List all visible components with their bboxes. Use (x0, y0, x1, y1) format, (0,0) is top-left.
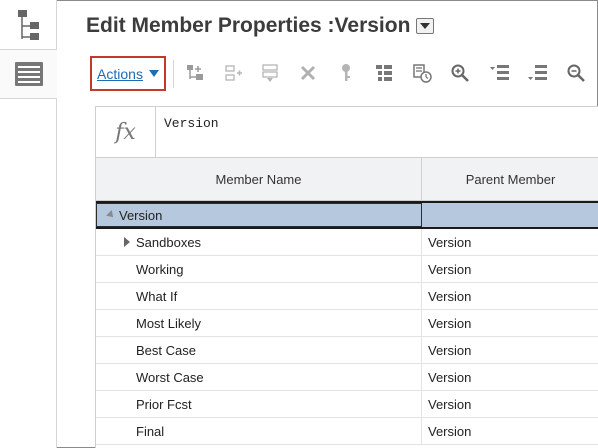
member-name-cell[interactable]: Prior Fcst (96, 391, 422, 417)
zoom-out-icon (567, 64, 585, 82)
add-child-button[interactable] (184, 62, 206, 84)
zoom-in-button[interactable] (449, 62, 471, 84)
left-rail (0, 0, 57, 448)
parent-member-cell[interactable]: Version (422, 256, 598, 282)
move-down-icon (528, 65, 547, 80)
list-icon (14, 62, 43, 86)
actions-menu-button[interactable]: Actions (90, 56, 166, 91)
parent-member-cell[interactable]: Version (422, 229, 598, 255)
parent-member-cell[interactable]: Version (422, 283, 598, 309)
member-name-cell[interactable]: Sandboxes (96, 229, 422, 255)
member-properties-button[interactable] (373, 62, 395, 84)
member-name-cell[interactable]: Most Likely (96, 310, 422, 336)
table-row[interactable]: Version (96, 201, 598, 229)
move-up-icon (490, 65, 509, 80)
table-row[interactable]: Sandboxes Version (96, 229, 598, 256)
parent-member-cell[interactable]: Version (422, 337, 598, 363)
formula-icon-box[interactable]: fx (96, 107, 156, 157)
member-name-cell[interactable]: Final (96, 418, 422, 444)
table-row[interactable]: Final Version (96, 418, 598, 445)
table-row[interactable]: Worst Case Version (96, 364, 598, 391)
fx-icon: fx (115, 119, 136, 145)
toolbar-separator (173, 60, 174, 88)
expand-icon[interactable] (124, 237, 130, 247)
list-view-button[interactable] (0, 49, 57, 99)
parent-member-cell[interactable]: Version (422, 364, 598, 390)
history-icon (413, 64, 432, 83)
member-name: Sandboxes (136, 234, 202, 250)
formula-bar: fx Version (95, 106, 598, 158)
member-name-cell[interactable]: Version (96, 203, 422, 227)
add-sibling-button[interactable] (222, 62, 244, 84)
hierarchy-view-button[interactable] (0, 0, 57, 50)
member-grid: Member Name Parent Member Version Sandbo… (95, 158, 598, 448)
delete-member-button[interactable] (297, 62, 319, 84)
zoom-out-button[interactable] (565, 62, 587, 84)
page-title: Edit Member Properties :Version (86, 14, 411, 37)
move-up-button[interactable] (489, 62, 511, 84)
table-row[interactable]: Prior Fcst Version (96, 391, 598, 418)
grid-header: Member Name Parent Member (96, 158, 598, 201)
table-row[interactable]: Most Likely Version (96, 310, 598, 337)
parent-member-cell[interactable]: Version (422, 418, 598, 444)
add-child-icon (187, 65, 203, 80)
member-name-cell[interactable]: Worst Case (96, 364, 422, 390)
table-row[interactable]: Working Version (96, 256, 598, 283)
collapse-icon[interactable] (106, 210, 116, 220)
zoom-in-icon (451, 64, 469, 82)
actions-caret-icon (148, 70, 159, 77)
key-icon (342, 64, 350, 81)
column-header-parent-member[interactable]: Parent Member (422, 158, 598, 200)
table-row[interactable]: Best Case Version (96, 337, 598, 364)
hierarchy-icon (17, 10, 39, 40)
member-name-cell[interactable]: What If (96, 283, 422, 309)
close-icon (300, 65, 316, 81)
move-down-button[interactable] (527, 62, 549, 84)
member-name-cell[interactable]: Best Case (96, 337, 422, 363)
tree-grid-icon (376, 65, 392, 81)
member-name-cell[interactable]: Working (96, 256, 422, 282)
column-header-member-name[interactable]: Member Name (96, 158, 422, 200)
parent-member-cell[interactable]: Version (422, 391, 598, 417)
add-sibling-icon (225, 65, 242, 81)
title-row: Edit Member Properties :Version (86, 12, 435, 40)
formula-input[interactable]: Version (164, 116, 219, 131)
actions-label: Actions (97, 65, 143, 82)
history-button[interactable] (411, 62, 433, 84)
add-shared-button[interactable] (259, 62, 281, 84)
title-menu-button[interactable] (416, 18, 435, 34)
key-button[interactable] (335, 62, 357, 84)
parent-member-cell[interactable] (422, 203, 598, 227)
chevron-down-icon (420, 23, 431, 29)
table-row[interactable]: What If Version (96, 283, 598, 310)
member-name: Version (119, 207, 163, 223)
parent-member-cell[interactable]: Version (422, 310, 598, 336)
add-shared-icon (262, 64, 278, 82)
